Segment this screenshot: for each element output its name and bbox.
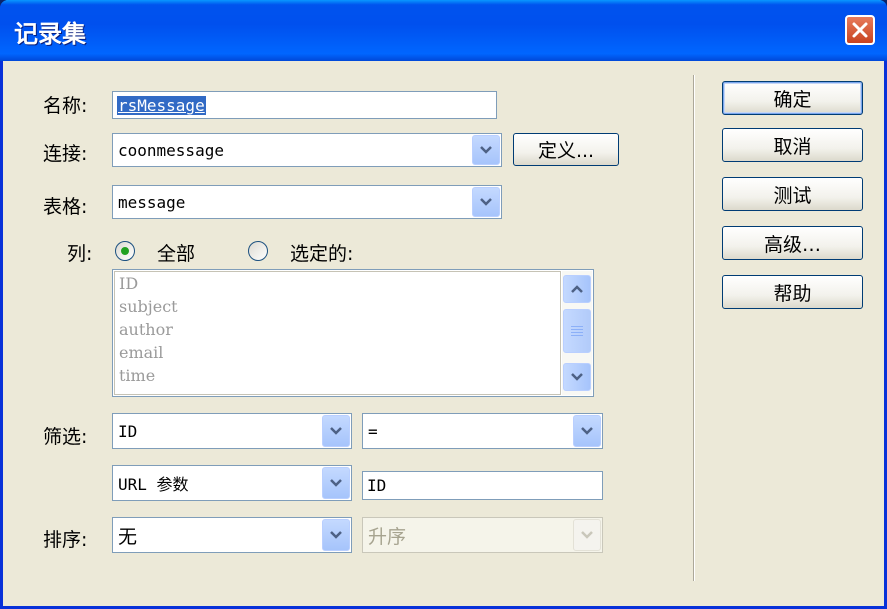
help-button[interactable]: 帮助: [722, 275, 863, 309]
sort-column-value: 无: [118, 525, 138, 548]
sort-column-dropdown-button[interactable]: [322, 519, 350, 551]
list-item: author: [119, 320, 173, 339]
connection-select[interactable]: coonmessage: [112, 133, 502, 167]
chevron-down-icon: [480, 198, 492, 206]
sort-order-select: 升序: [362, 517, 603, 553]
table-dropdown-button[interactable]: [472, 187, 500, 217]
chevron-down-icon: [571, 373, 583, 381]
recordset-dialog: 记录集 名称: rsMessage 连接: coonmessage 定义... …: [0, 0, 887, 609]
define-button[interactable]: 定义...: [513, 133, 619, 166]
filter-value-text: ID: [367, 476, 387, 495]
name-label: 名称:: [43, 95, 88, 117]
radio-all-columns[interactable]: [115, 241, 135, 261]
chevron-down-icon: [581, 427, 593, 435]
title-bar[interactable]: 记录集: [0, 0, 887, 61]
connection-dropdown-button[interactable]: [472, 135, 500, 165]
sort-order-dropdown-button: [573, 519, 601, 551]
sort-label: 排序:: [43, 529, 88, 551]
list-item: subject: [119, 297, 178, 316]
window-title: 记录集: [14, 20, 86, 48]
filter-operator-select[interactable]: =: [362, 413, 603, 449]
radio-all-label: 全部: [157, 243, 196, 265]
chevron-down-icon: [330, 531, 342, 539]
vertical-divider: [693, 75, 695, 581]
scroll-thumb[interactable]: [563, 309, 591, 353]
radio-selected-label: 选定的:: [290, 243, 354, 265]
filter-value-input[interactable]: ID: [362, 471, 603, 500]
filter-column-select[interactable]: ID: [112, 413, 352, 449]
filter-label: 筛选:: [43, 426, 88, 448]
dialog-body: 名称: rsMessage 连接: coonmessage 定义... 表格: …: [6, 61, 884, 606]
filter-column-dropdown-button[interactable]: [322, 415, 350, 447]
ok-button[interactable]: 确定: [722, 81, 863, 115]
filter-source-select[interactable]: URL 参数: [112, 465, 352, 501]
sort-order-value: 升序: [368, 525, 407, 548]
chevron-up-icon: [571, 285, 583, 293]
columns-label: 列:: [67, 243, 93, 265]
sort-column-select[interactable]: 无: [112, 517, 352, 553]
chevron-down-icon: [581, 531, 593, 539]
filter-source-dropdown-button[interactable]: [322, 467, 350, 499]
columns-listbox[interactable]: ID subject author email time: [112, 269, 594, 397]
name-input[interactable]: rsMessage: [112, 91, 497, 119]
filter-source-value: URL 参数: [118, 475, 189, 494]
filter-operator-dropdown-button[interactable]: [573, 415, 601, 447]
test-button[interactable]: 测试: [722, 177, 863, 211]
cancel-button[interactable]: 取消: [722, 128, 863, 162]
chevron-down-icon: [330, 479, 342, 487]
list-item: time: [119, 366, 156, 385]
list-item: ID: [119, 274, 139, 293]
advanced-button[interactable]: 高级…: [722, 226, 863, 260]
table-select[interactable]: message: [112, 185, 502, 219]
name-value: rsMessage: [117, 95, 206, 115]
chevron-down-icon: [330, 427, 342, 435]
columns-scrollbar[interactable]: [562, 271, 592, 395]
chevron-down-icon: [480, 146, 492, 154]
table-label: 表格:: [43, 196, 88, 218]
close-icon: [852, 22, 868, 38]
radio-selected-columns[interactable]: [248, 241, 268, 261]
columns-list: ID subject author email time: [114, 271, 561, 395]
connection-label: 连接:: [43, 143, 88, 165]
close-button[interactable]: [845, 15, 875, 45]
filter-column-value: ID: [118, 421, 138, 441]
scroll-down-button[interactable]: [563, 363, 591, 391]
scroll-up-button[interactable]: [563, 275, 591, 303]
table-value: message: [118, 192, 186, 212]
connection-value: coonmessage: [118, 140, 224, 160]
filter-operator-value: =: [368, 421, 378, 441]
list-item: email: [119, 343, 164, 362]
